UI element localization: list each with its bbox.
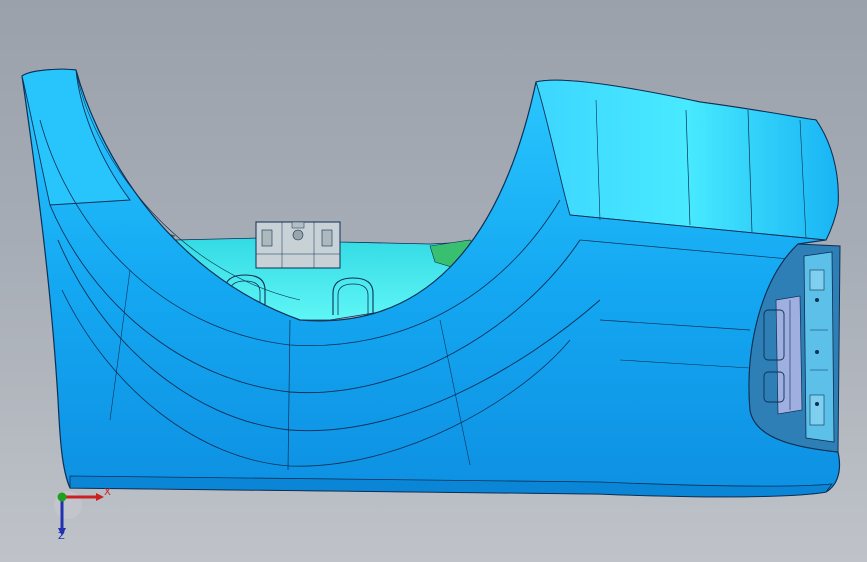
triad-z-label: Z	[58, 531, 65, 542]
graphics-viewport[interactable]: X Z	[0, 0, 867, 562]
triad-x-label: X	[104, 487, 111, 498]
triad-icon	[54, 491, 104, 536]
bracket-icon	[255, 221, 341, 269]
model-scene[interactable]	[0, 0, 867, 562]
